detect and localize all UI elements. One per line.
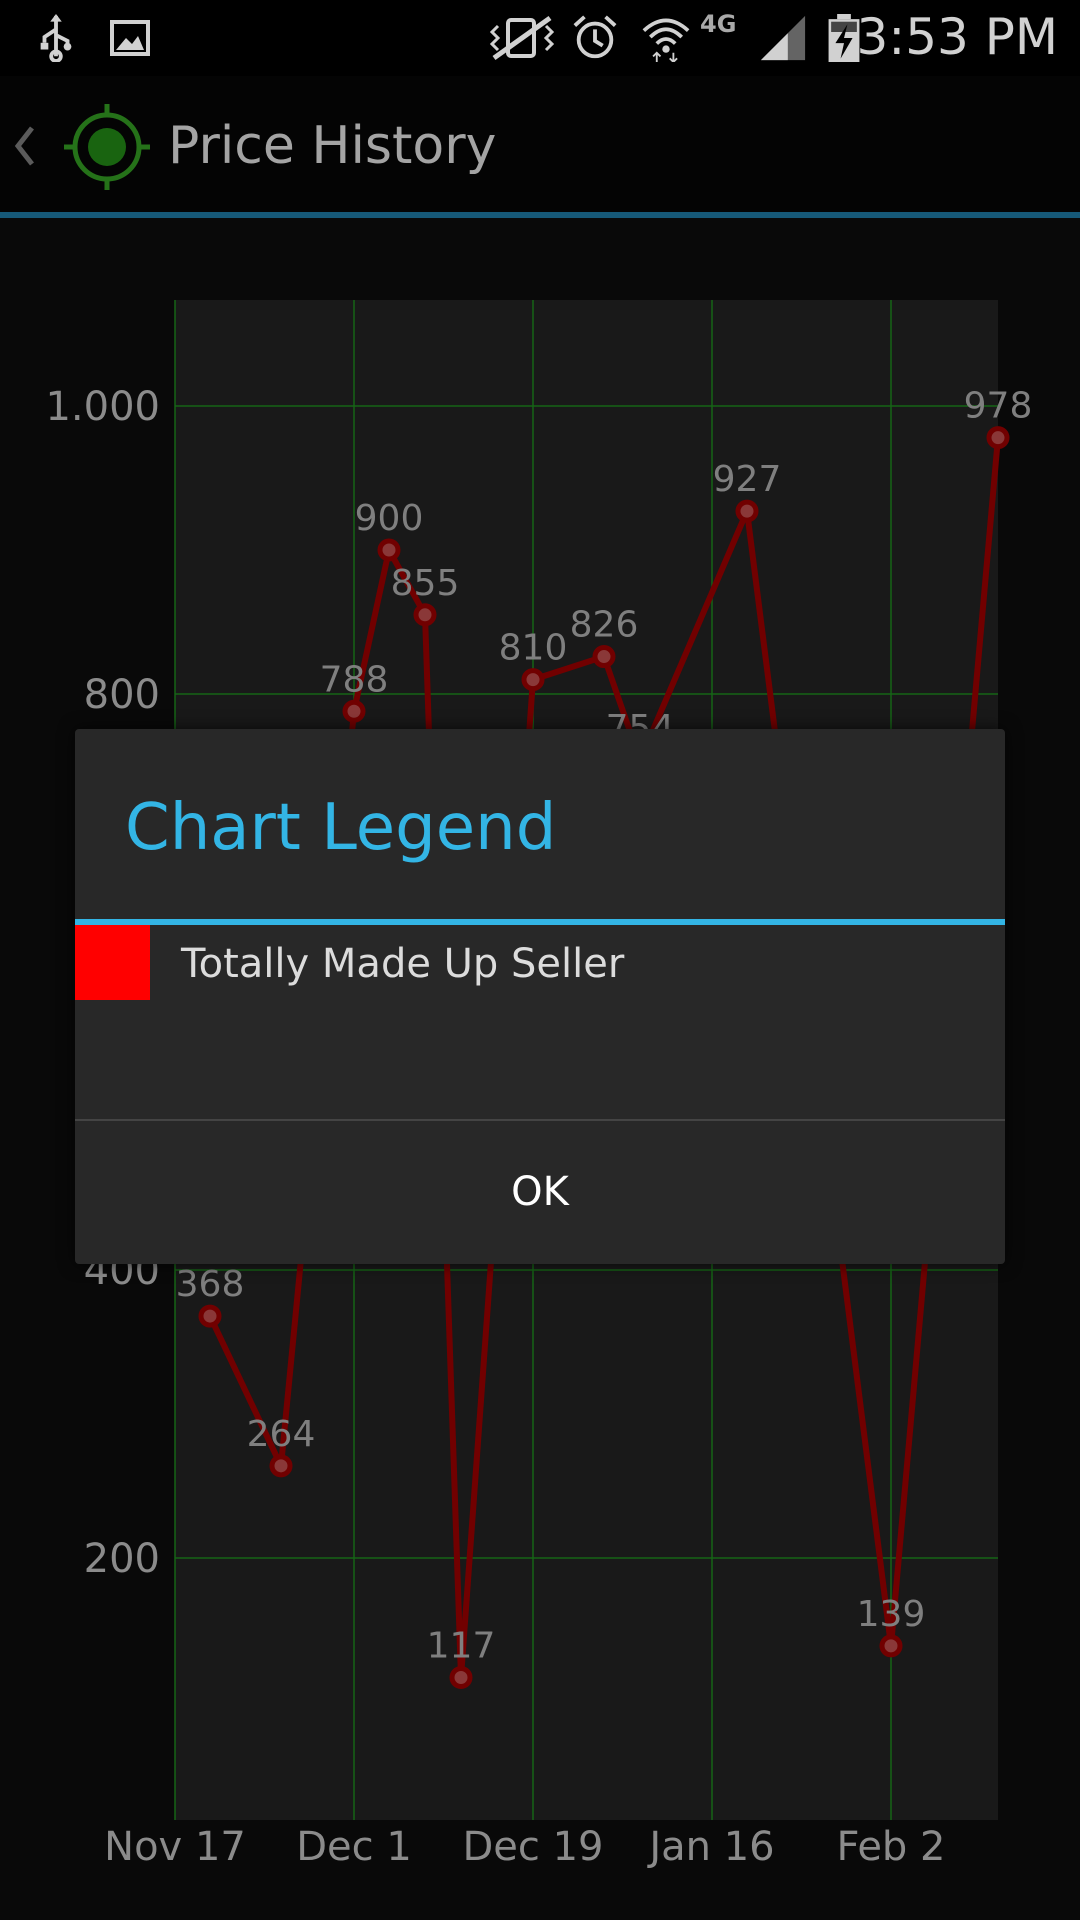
ok-button[interactable]: OK xyxy=(75,1121,1005,1264)
legend-item: Totally Made Up Seller xyxy=(75,925,1005,1005)
legend-label: Totally Made Up Seller xyxy=(181,941,625,987)
dialog-title: Chart Legend xyxy=(125,791,557,865)
legend-swatch xyxy=(75,925,150,1000)
screen: 4G 3:53 PM Price History 1.0008006004002… xyxy=(0,0,1080,1920)
chart-legend-dialog: Chart Legend Totally Made Up Seller OK xyxy=(75,729,1005,1264)
